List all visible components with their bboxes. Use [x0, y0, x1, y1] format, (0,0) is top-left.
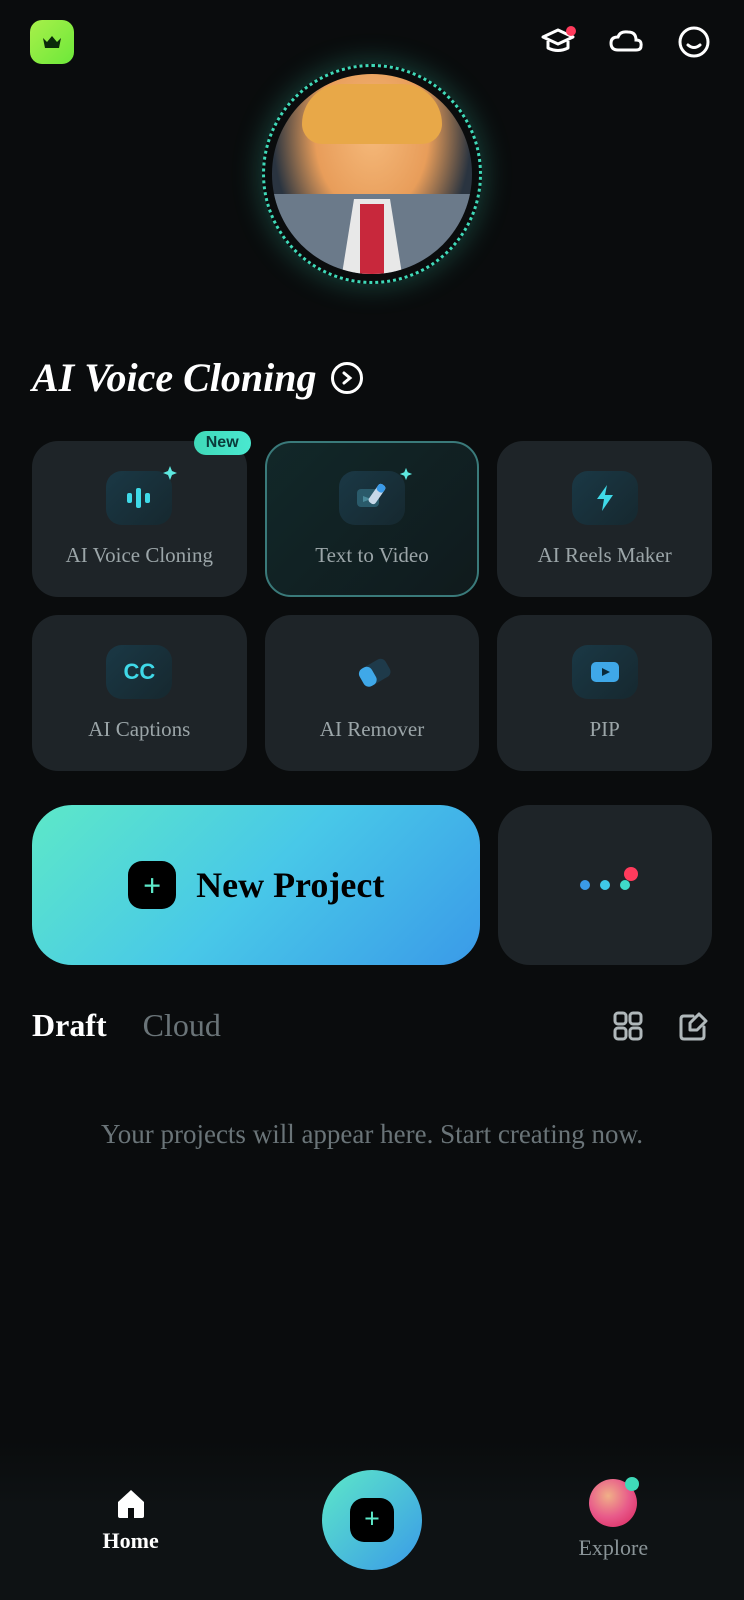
feature-ai-captions[interactable]: CC AI Captions	[32, 615, 247, 771]
profile-button[interactable]	[674, 22, 714, 62]
smile-face-icon	[677, 25, 711, 59]
home-icon	[114, 1486, 148, 1520]
plus-icon: +	[350, 1498, 394, 1542]
notification-dot	[566, 26, 576, 36]
lightning-icon	[572, 471, 638, 525]
new-project-label: New Project	[196, 864, 384, 906]
feature-ai-voice-cloning[interactable]: New AI Voice Cloning	[32, 441, 247, 597]
feature-text-to-video[interactable]: Text to Video	[265, 441, 480, 597]
crown-premium-button[interactable]	[30, 20, 74, 64]
crown-icon	[41, 33, 63, 51]
three-dots-icon	[580, 880, 630, 890]
edit-square-icon	[679, 1011, 709, 1041]
new-badge: New	[194, 431, 251, 455]
voice-waveform-icon	[106, 471, 172, 525]
feature-label: AI Remover	[320, 717, 424, 742]
feature-label: Text to Video	[315, 543, 429, 568]
tab-draft[interactable]: Draft	[32, 1007, 107, 1044]
edit-button[interactable]	[676, 1008, 712, 1044]
pencil-video-icon	[339, 471, 405, 525]
notification-dot	[624, 867, 638, 881]
nav-label: Home	[103, 1528, 159, 1554]
empty-state-text: Your projects will appear here. Start cr…	[0, 1056, 744, 1214]
cloud-icon	[608, 28, 644, 56]
grid-icon	[613, 1011, 643, 1041]
feature-ai-reels-maker[interactable]: AI Reels Maker	[497, 441, 712, 597]
explore-avatar-icon	[589, 1479, 637, 1527]
tab-cloud[interactable]: Cloud	[143, 1007, 221, 1044]
chevron-right-circle-icon	[331, 362, 363, 394]
new-project-row: + New Project	[0, 791, 744, 995]
nav-home[interactable]: Home	[61, 1486, 201, 1554]
feature-grid: New AI Voice Cloning Text to Video	[0, 421, 744, 791]
pip-play-icon	[572, 645, 638, 699]
hero-avatar-area	[0, 84, 744, 324]
avatar-image	[272, 74, 472, 274]
more-tools-button[interactable]	[498, 805, 712, 965]
create-fab-button[interactable]: +	[322, 1470, 422, 1570]
feature-label: PIP	[589, 717, 619, 742]
new-project-button[interactable]: + New Project	[32, 805, 480, 965]
academy-button[interactable]	[538, 22, 578, 62]
feature-ai-remover[interactable]: AI Remover	[265, 615, 480, 771]
feature-label: AI Captions	[88, 717, 190, 742]
grid-view-button[interactable]	[610, 1008, 646, 1044]
eraser-icon	[339, 645, 405, 699]
section-title: AI Voice Cloning	[32, 354, 317, 401]
feature-label: AI Voice Cloning	[66, 543, 213, 568]
nav-explore[interactable]: Explore	[543, 1479, 683, 1561]
feature-pip[interactable]: PIP	[497, 615, 712, 771]
section-title-row[interactable]: AI Voice Cloning	[0, 324, 744, 421]
project-tabs: Draft Cloud	[0, 995, 744, 1056]
notification-dot	[625, 1477, 639, 1491]
nav-label: Explore	[578, 1535, 648, 1561]
cloud-button[interactable]	[606, 22, 646, 62]
bottom-nav: Home + Explore	[0, 1440, 744, 1600]
feature-label: AI Reels Maker	[538, 543, 672, 568]
cc-captions-icon: CC	[106, 645, 172, 699]
avatar-ring[interactable]	[262, 64, 482, 284]
plus-icon: +	[128, 861, 176, 909]
